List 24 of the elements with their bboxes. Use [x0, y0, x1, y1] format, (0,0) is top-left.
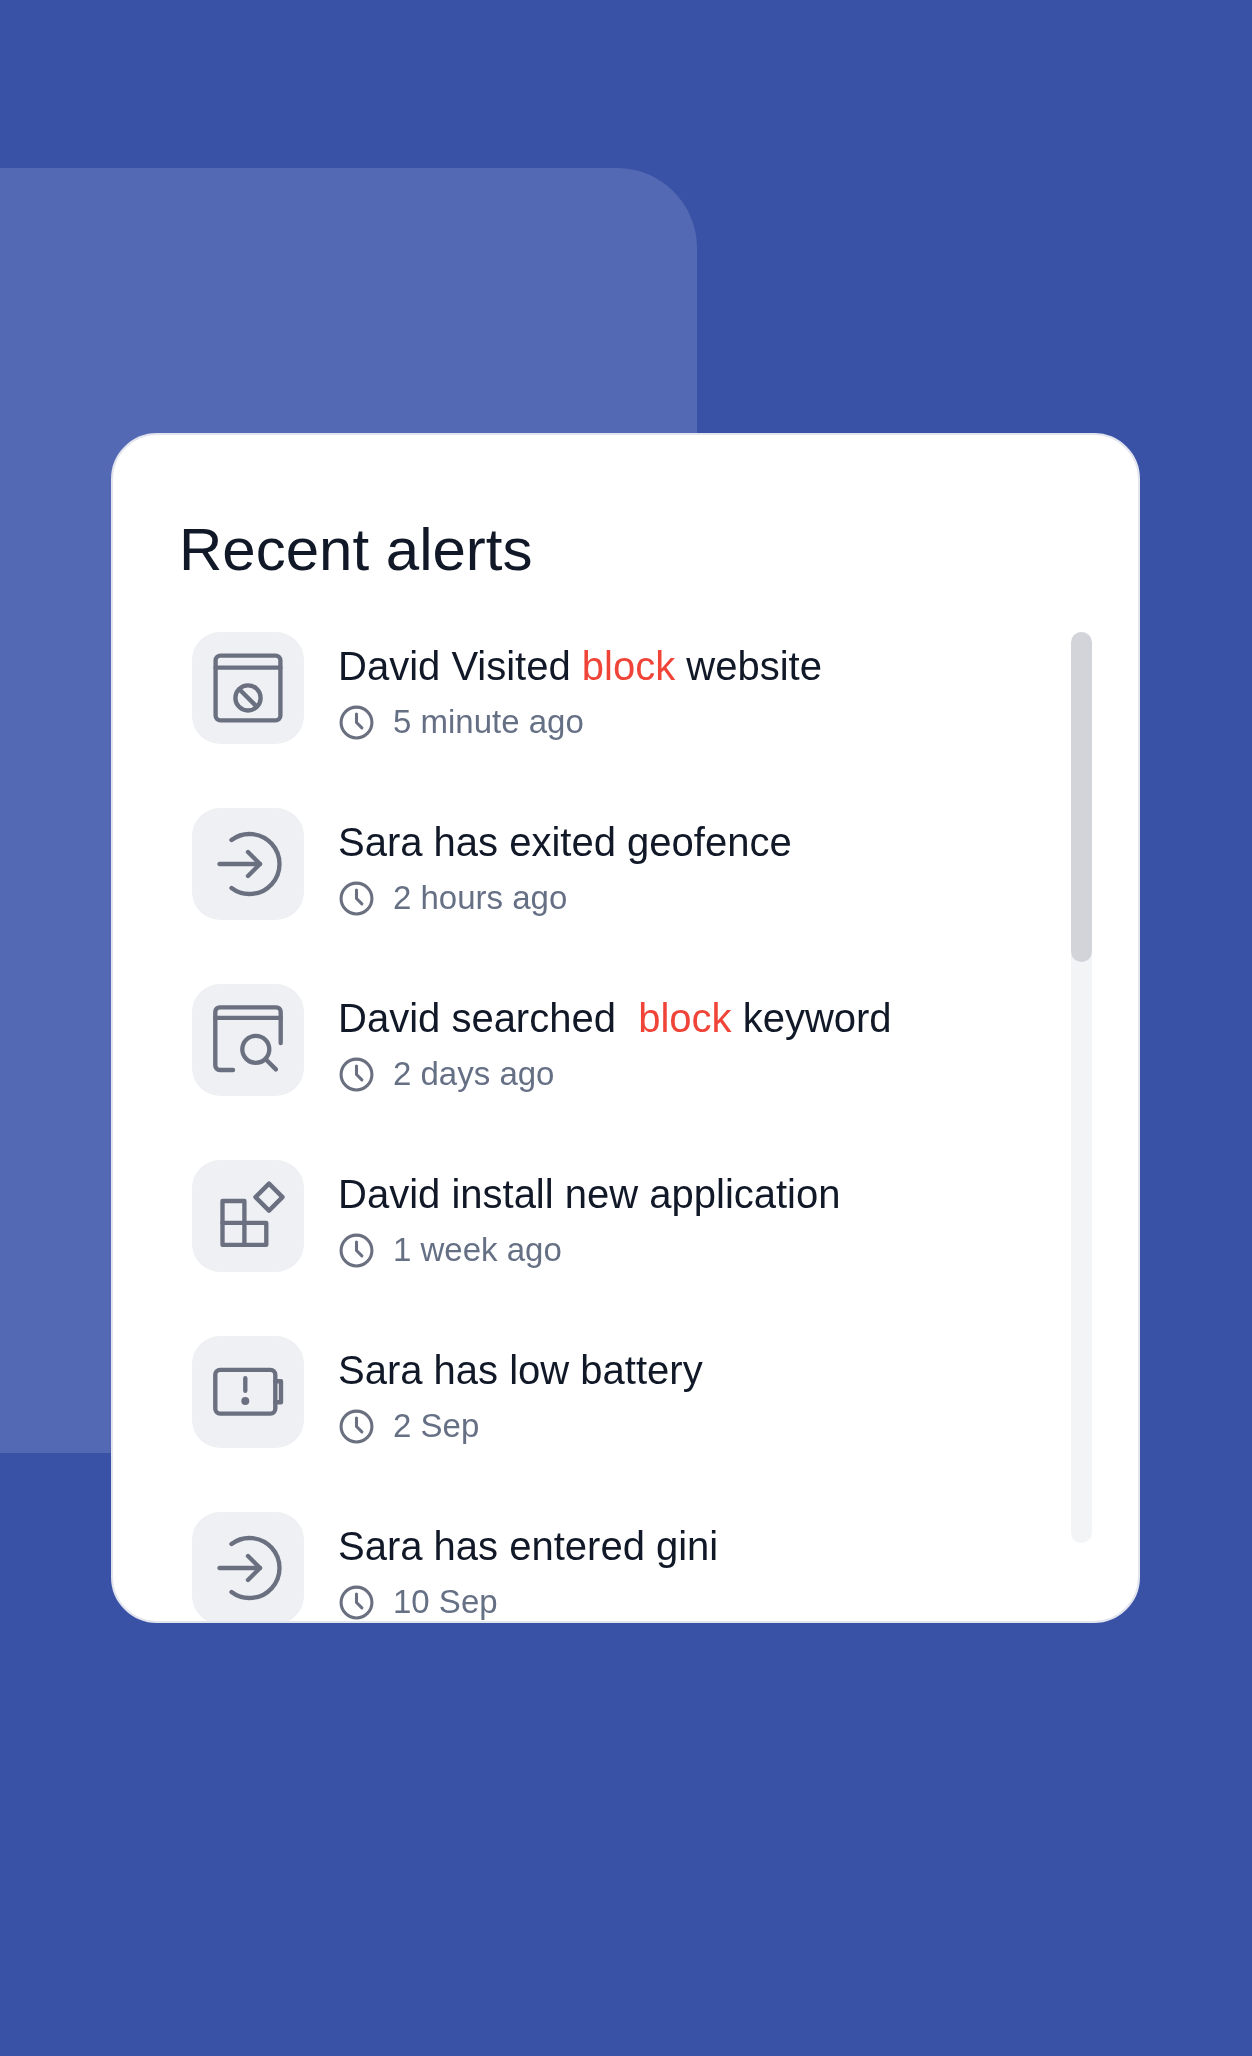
scrollbar-thumb[interactable]	[1071, 632, 1092, 962]
alert-title: David Visited block website	[338, 643, 822, 690]
browser-search-icon	[192, 984, 304, 1096]
clock-icon	[338, 1055, 375, 1093]
alert-title: Sara has exited geofence	[338, 819, 792, 866]
alert-title: David searched block keyword	[338, 995, 892, 1042]
alert-title: Sara has low battery	[338, 1347, 703, 1394]
blocked-browser-icon	[192, 632, 304, 744]
alert-time: 2 days ago	[393, 1054, 555, 1094]
alert-time: 1 week ago	[393, 1230, 562, 1270]
clock-icon	[338, 1407, 375, 1445]
clock-icon	[338, 1231, 375, 1269]
alert-time: 2 Sep	[393, 1406, 480, 1446]
clock-icon	[338, 1583, 375, 1621]
battery-alert-icon	[192, 1336, 304, 1448]
alert-time: 5 minute ago	[393, 702, 584, 742]
alert-title: David install new application	[338, 1171, 841, 1218]
alert-time: 2 hours ago	[393, 878, 568, 918]
clock-icon	[338, 879, 375, 917]
alert-time: 10 Sep	[393, 1582, 498, 1621]
card-title: Recent alerts	[178, 515, 534, 585]
app-blocks-icon	[192, 1160, 304, 1272]
clock-icon	[338, 703, 375, 741]
alert-title: Sara has entered gini	[338, 1523, 719, 1570]
